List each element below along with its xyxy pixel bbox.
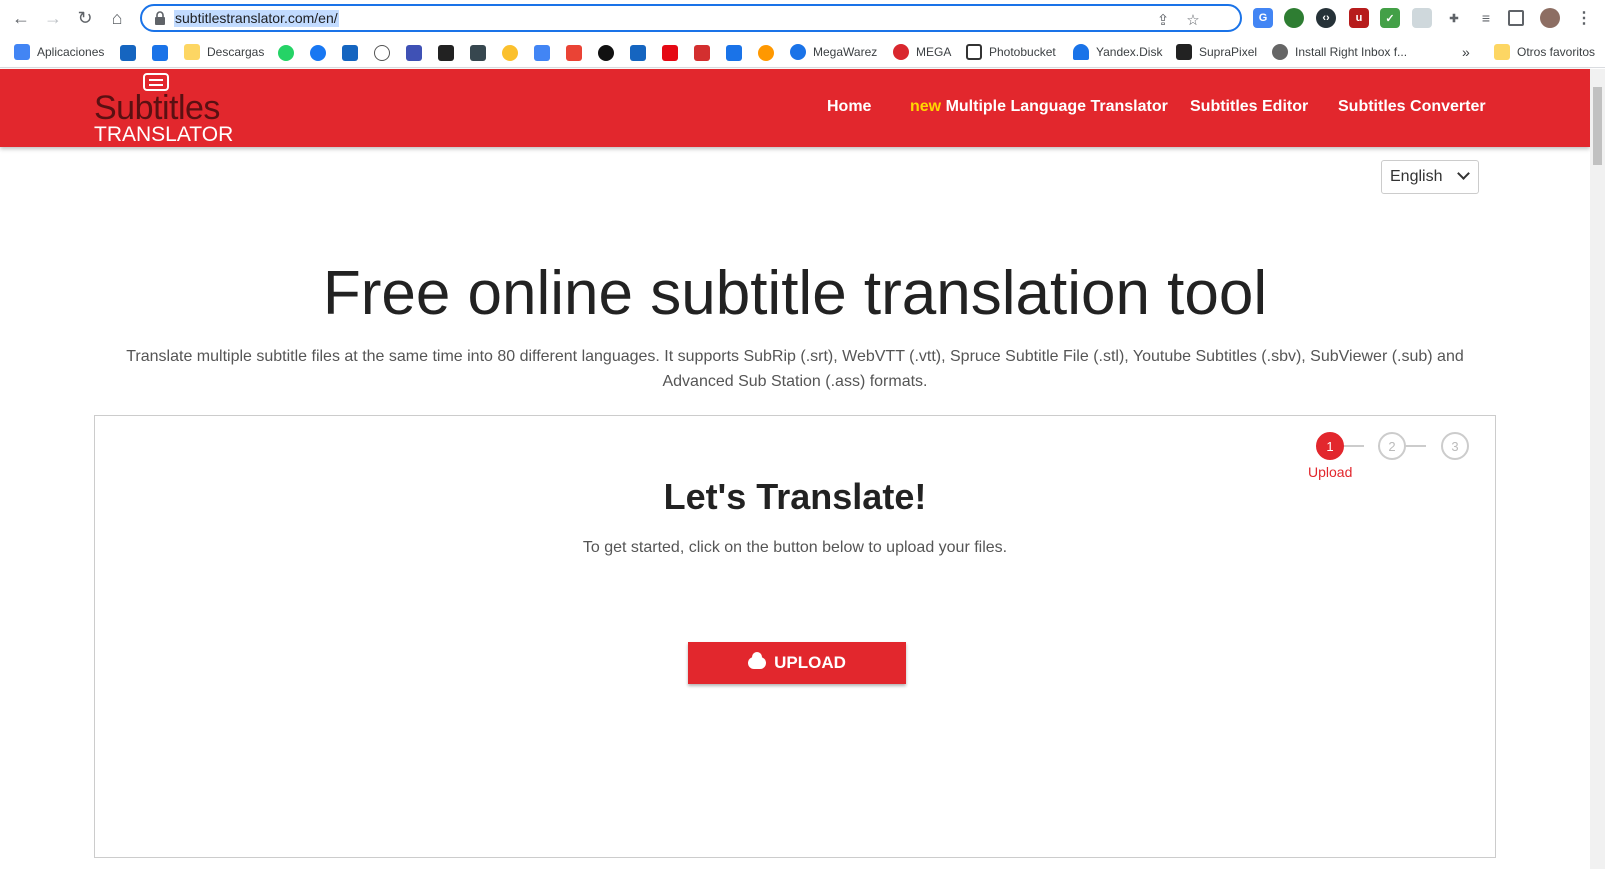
lock-icon [155, 11, 165, 25]
bookmark-photobucket[interactable]: Photobucket [966, 42, 1056, 62]
nav-multiple-language-translator[interactable]: new Multiple Language Translator [910, 98, 1168, 116]
megawarez-icon [790, 44, 806, 60]
photobucket-icon [966, 44, 982, 60]
code-extension-icon[interactable]: ‹› [1316, 8, 1336, 28]
wizard-title: Let's Translate! [663, 476, 927, 517]
scrollbar-thumb[interactable] [1593, 87, 1602, 165]
gmail-icon[interactable] [566, 45, 582, 61]
bookmark-icon[interactable] [120, 45, 136, 61]
bookmarks-bar: Aplicaciones Descargas MegaWarez MEGA Ph… [0, 36, 1605, 68]
star-bookmark-icon[interactable] [152, 45, 168, 61]
bookmark-right-inbox[interactable]: Install Right Inbox f... [1272, 42, 1407, 62]
apps-grid-icon [14, 44, 30, 60]
yandex-disk-icon [1073, 44, 1089, 60]
bookmark-yandex-disk[interactable]: Yandex.Disk [1073, 42, 1162, 62]
site-icon[interactable] [374, 45, 390, 61]
bookmark-megawarez[interactable]: MegaWarez [790, 42, 877, 62]
nav-subtitles-editor[interactable]: Subtitles Editor [1190, 98, 1308, 116]
bookmark-other-favorites[interactable]: Otros favoritos [1494, 42, 1595, 62]
whatsapp-icon[interactable] [278, 45, 294, 61]
reading-list-icon[interactable]: ≡ [1476, 8, 1496, 28]
site-icon[interactable] [726, 45, 742, 61]
side-panel-icon[interactable] [1508, 10, 1524, 26]
translate-wizard-card: 1 2 3 Upload Let's Translate! To get sta… [94, 415, 1496, 858]
site-header: Subtitles TRANSLATOR Home new Multiple L… [0, 69, 1590, 147]
site-icon[interactable] [758, 45, 774, 61]
facebook-page-icon[interactable] [342, 45, 358, 61]
step-3-indicator: 3 [1441, 432, 1469, 460]
step-1-indicator: 1 [1316, 432, 1344, 460]
language-select[interactable]: English [1381, 160, 1479, 194]
check-extension-icon[interactable]: ✓ [1380, 8, 1400, 28]
site-icon[interactable] [598, 45, 614, 61]
page-subtitle: Translate multiple subtitle files at the… [126, 348, 1464, 390]
site-icon[interactable] [502, 45, 518, 61]
share-icon[interactable]: ⇪ [1154, 11, 1172, 29]
step-2-indicator: 2 [1378, 432, 1406, 460]
back-arrow-icon[interactable]: ← [10, 7, 32, 29]
facebook-icon[interactable] [310, 45, 326, 61]
bookmark-mega[interactable]: MEGA [893, 42, 951, 62]
page-title: Free online subtitle translation tool [322, 259, 1268, 328]
puzzle-icon[interactable]: ✚ [1444, 8, 1464, 28]
folder-icon [184, 44, 200, 60]
site-icon[interactable] [630, 45, 646, 61]
site-icon[interactable] [694, 45, 710, 61]
forward-arrow-icon[interactable]: → [42, 7, 64, 29]
google-ads-icon[interactable] [534, 45, 550, 61]
avatar[interactable] [1540, 8, 1560, 28]
suprapixel-icon [1176, 44, 1192, 60]
shield-extension-icon[interactable]: u [1349, 8, 1369, 28]
reload-icon[interactable]: ↻ [74, 7, 96, 29]
home-icon[interactable]: ⌂ [106, 7, 128, 29]
mega-icon [893, 44, 909, 60]
nav-subtitles-converter[interactable]: Subtitles Converter [1338, 98, 1486, 116]
url-text[interactable]: subtitlestranslator.com/en/ [174, 10, 339, 27]
site-icon[interactable] [406, 45, 422, 61]
cloud-upload-icon [748, 652, 767, 669]
wix-icon[interactable] [438, 45, 454, 61]
new-badge: new [910, 98, 942, 115]
page-scrollbar[interactable] [1590, 69, 1605, 869]
address-bar[interactable]: subtitlestranslator.com/en/ ⇪ ☆ [140, 4, 1242, 32]
upload-button-label: UPLOAD [774, 653, 846, 672]
bookmark-suprapixel[interactable]: SupraPixel [1176, 42, 1257, 62]
nav-home[interactable]: Home [827, 98, 871, 116]
browser-toolbar: ← → ↻ ⌂ subtitlestranslator.com/en/ ⇪ ☆ … [0, 0, 1605, 36]
upload-button[interactable]: UPLOAD [688, 642, 906, 684]
globe-icon [1272, 44, 1288, 60]
logo-text-translator: TRANSLATOR [94, 123, 234, 146]
folder-icon [1494, 44, 1510, 60]
more-bookmarks-button[interactable]: » [1462, 42, 1470, 62]
nav-multi-label: Multiple Language Translator [945, 98, 1168, 115]
bookmark-descargas[interactable]: Descargas [184, 42, 264, 62]
menu-dots-icon[interactable]: ⋮ [1574, 8, 1594, 28]
language-select-value: English [1390, 168, 1443, 185]
netflix-icon[interactable] [662, 45, 678, 61]
site-icon[interactable] [470, 45, 486, 61]
star-icon[interactable]: ☆ [1184, 11, 1202, 29]
privacy-extension-icon[interactable] [1412, 8, 1432, 28]
wizard-description: To get started, click on the button belo… [582, 539, 1008, 556]
extension-icon[interactable] [1284, 8, 1304, 28]
bookmark-apps[interactable]: Aplicaciones [14, 42, 104, 62]
chevron-down-icon [1457, 167, 1470, 180]
translate-extension-icon[interactable]: G [1253, 8, 1273, 28]
